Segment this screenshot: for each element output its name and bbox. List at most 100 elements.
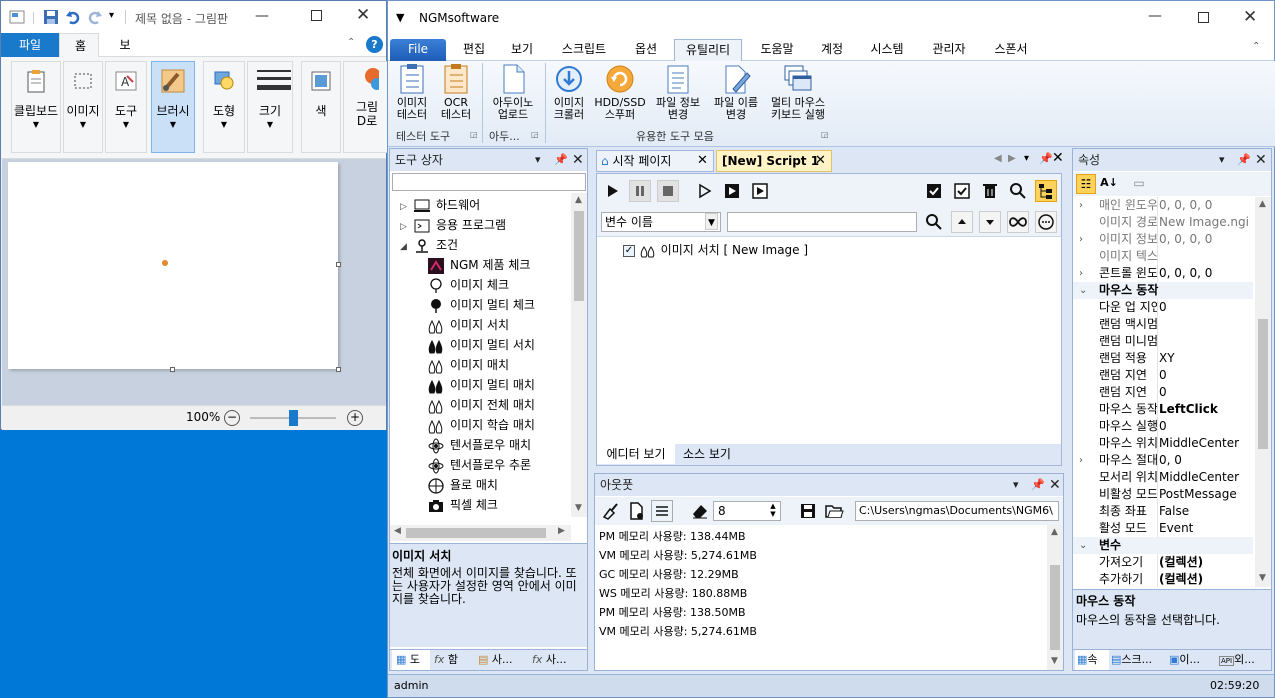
toolbox-item[interactable]: 이미지 서치 — [428, 315, 509, 335]
tab-properties[interactable]: ▦속 — [1075, 650, 1109, 670]
copy-log-button[interactable] — [625, 500, 647, 522]
menu-view[interactable]: 보기 — [504, 39, 540, 61]
menu-admin[interactable]: 관리자 — [924, 39, 974, 61]
menu-utility[interactable]: 유틸리티 — [674, 39, 742, 61]
property-value[interactable]: 0 — [1159, 299, 1253, 316]
menu-account[interactable]: 계정 — [814, 39, 850, 61]
eraser-button[interactable] — [689, 500, 711, 522]
scroll-up-icon[interactable]: ▲ — [1259, 199, 1266, 209]
run-from-button[interactable] — [749, 180, 771, 202]
scroll-left-icon[interactable]: ◀ — [394, 526, 401, 536]
tab-toolbox[interactable]: ▦ 도 — [392, 650, 430, 670]
property-row[interactable]: 랜덤 미니멈 — [1073, 333, 1253, 350]
expand-icon[interactable]: › — [1079, 265, 1083, 282]
toolbox-item[interactable]: NGM 제품 체크 — [428, 255, 530, 275]
variable-value-input[interactable] — [727, 212, 917, 232]
toolbox-item[interactable]: 이미지 학습 매치 — [428, 415, 535, 435]
property-pages-icon[interactable]: ▭ — [1129, 174, 1149, 194]
pause-button[interactable] — [629, 180, 651, 202]
run-button[interactable] — [601, 180, 623, 202]
image-crawler-button[interactable]: 이미지 크롤러 — [550, 63, 588, 121]
property-row[interactable]: 이미지 텍스트 — [1073, 248, 1253, 265]
minimize-button[interactable]: — — [255, 8, 269, 24]
brushes-group[interactable]: 브러시 ▼ — [151, 61, 195, 153]
toolbox-item[interactable]: 픽셀 서치 — [428, 515, 498, 517]
drawing-canvas[interactable] — [8, 162, 338, 369]
tools-group[interactable]: A 도구 ▼ — [105, 61, 147, 153]
resize-handle[interactable] — [170, 367, 175, 372]
property-value[interactable]: 0 — [1159, 367, 1253, 384]
menu-options[interactable]: 옵션 — [628, 39, 664, 61]
variable-select[interactable]: 변수 이름 ▼ — [601, 212, 721, 232]
property-row[interactable]: › 콘트롤 윈도우0, 0, 0, 0 — [1073, 265, 1253, 282]
close-icon[interactable]: ✕ — [572, 149, 584, 171]
collapse-ribbon-icon[interactable]: ⌃ — [347, 37, 355, 48]
clear-brush-button[interactable] — [599, 500, 621, 522]
property-row[interactable]: 이미지 경로 New Image.ngi — [1073, 214, 1253, 231]
toolbox-item[interactable]: ◢ 조건 — [400, 235, 458, 255]
toolbox-item[interactable]: 텐서플로우 매치 — [428, 435, 531, 455]
property-value[interactable]: LeftClick — [1159, 401, 1253, 418]
property-value[interactable]: PostMessage — [1159, 486, 1253, 503]
line-checkbox[interactable]: ✓ — [623, 244, 635, 257]
property-row[interactable]: 가져오기 (컬렉션) — [1073, 554, 1253, 571]
toolbox-search-input[interactable] — [392, 173, 586, 191]
scroll-thumb[interactable] — [1258, 319, 1268, 449]
loop-icon[interactable] — [1007, 211, 1029, 233]
log-path-input[interactable]: C:\Users\ngmas\Documents\NGM6\ — [855, 501, 1059, 521]
toolbox-item[interactable]: 욜로 매치 — [428, 475, 498, 495]
property-category[interactable]: ⌄ 마우스 동작 — [1073, 282, 1253, 299]
system-menu-icon[interactable]: ▼ — [396, 11, 404, 24]
tab-editor-view[interactable]: 에디터 보기 — [597, 444, 675, 464]
toolbox-item[interactable]: 텐서플로우 추론 — [428, 455, 531, 475]
scroll-down-icon[interactable]: ▼ — [1051, 656, 1058, 666]
property-row[interactable]: 최종 좌표 False — [1073, 503, 1253, 520]
shapes-group[interactable]: 도형 ▼ — [203, 61, 245, 153]
expand-icon[interactable]: › — [1079, 231, 1083, 248]
hdd-spoofer-button[interactable]: HDD/SSD 스푸퍼 — [592, 63, 648, 121]
resize-handle[interactable] — [336, 262, 341, 267]
collapse-icon[interactable]: ⌄ — [1079, 537, 1087, 554]
collapse-icon[interactable]: ⌄ — [1079, 282, 1087, 299]
scroll-down-icon[interactable]: ▼ — [575, 503, 582, 513]
close-icon[interactable]: ✕ — [697, 151, 708, 171]
tab-file[interactable]: 파일 — [1, 32, 59, 57]
panel-menu-icon[interactable]: ▾ — [1024, 153, 1029, 164]
arduino-upload-button[interactable]: 아두이노 업로드 — [486, 63, 540, 121]
paint3d-group[interactable]: 그림 D로 — [343, 61, 387, 153]
menu-system[interactable]: 시스템 — [862, 39, 912, 61]
tab-script-1[interactable]: [New] Script 1 ✕ — [716, 150, 832, 172]
property-row[interactable]: 모서리 위치 MiddleCenter — [1073, 469, 1253, 486]
pin-icon[interactable]: 📌 — [1031, 474, 1045, 496]
size-group[interactable]: 크기 ▼ — [247, 61, 293, 153]
tab-user-4[interactable]: fx 사... — [532, 650, 582, 670]
toolbox-vscrollbar[interactable]: ▲ ▼ — [571, 193, 587, 517]
save-log-button[interactable] — [797, 500, 819, 522]
sort-alpha-icon[interactable]: A↓ — [1099, 174, 1119, 194]
dialog-launcher-icon[interactable]: ◲ — [531, 130, 539, 139]
ocr-tester-button[interactable]: OCR 테스터 — [436, 63, 476, 121]
property-value[interactable]: MiddleCenter — [1159, 435, 1253, 452]
property-value[interactable]: MiddleCenter — [1159, 469, 1253, 486]
property-value[interactable]: 0, 0 — [1159, 452, 1253, 469]
property-row[interactable]: 마우스 위치 MiddleCenter — [1073, 435, 1253, 452]
toolbox-item[interactable]: 이미지 멀티 서치 — [428, 335, 535, 355]
close-icon[interactable]: ✕ — [1049, 474, 1061, 496]
properties-vscrollbar[interactable]: ▲ ▼ — [1255, 197, 1271, 587]
image-group[interactable]: 이미지 ▼ — [63, 61, 103, 153]
property-row[interactable]: 랜덤 지연 0 — [1073, 384, 1253, 401]
maximize-button[interactable] — [311, 10, 322, 21]
zoom-slider-thumb[interactable] — [289, 410, 298, 426]
tab-external[interactable]: API 외... — [1219, 650, 1269, 670]
property-value[interactable]: (컬렉션) — [1159, 571, 1253, 587]
panel-menu-icon[interactable]: ▾ — [1013, 474, 1019, 496]
expand-icon[interactable]: ▷ — [400, 217, 414, 237]
close-button[interactable]: ✕ — [1243, 7, 1257, 27]
maximize-button[interactable] — [1198, 12, 1209, 23]
scroll-thumb[interactable] — [1050, 565, 1060, 650]
close-button[interactable]: ✕ — [356, 5, 370, 25]
toolbox-item[interactable]: ▷ 응용 프로그램 — [400, 215, 506, 235]
clipboard-group[interactable]: 클립보드 ▼ — [11, 61, 61, 153]
log-count-stepper[interactable]: 8 ▲ ▼ — [713, 501, 781, 521]
help-icon[interactable]: ? — [366, 36, 383, 53]
